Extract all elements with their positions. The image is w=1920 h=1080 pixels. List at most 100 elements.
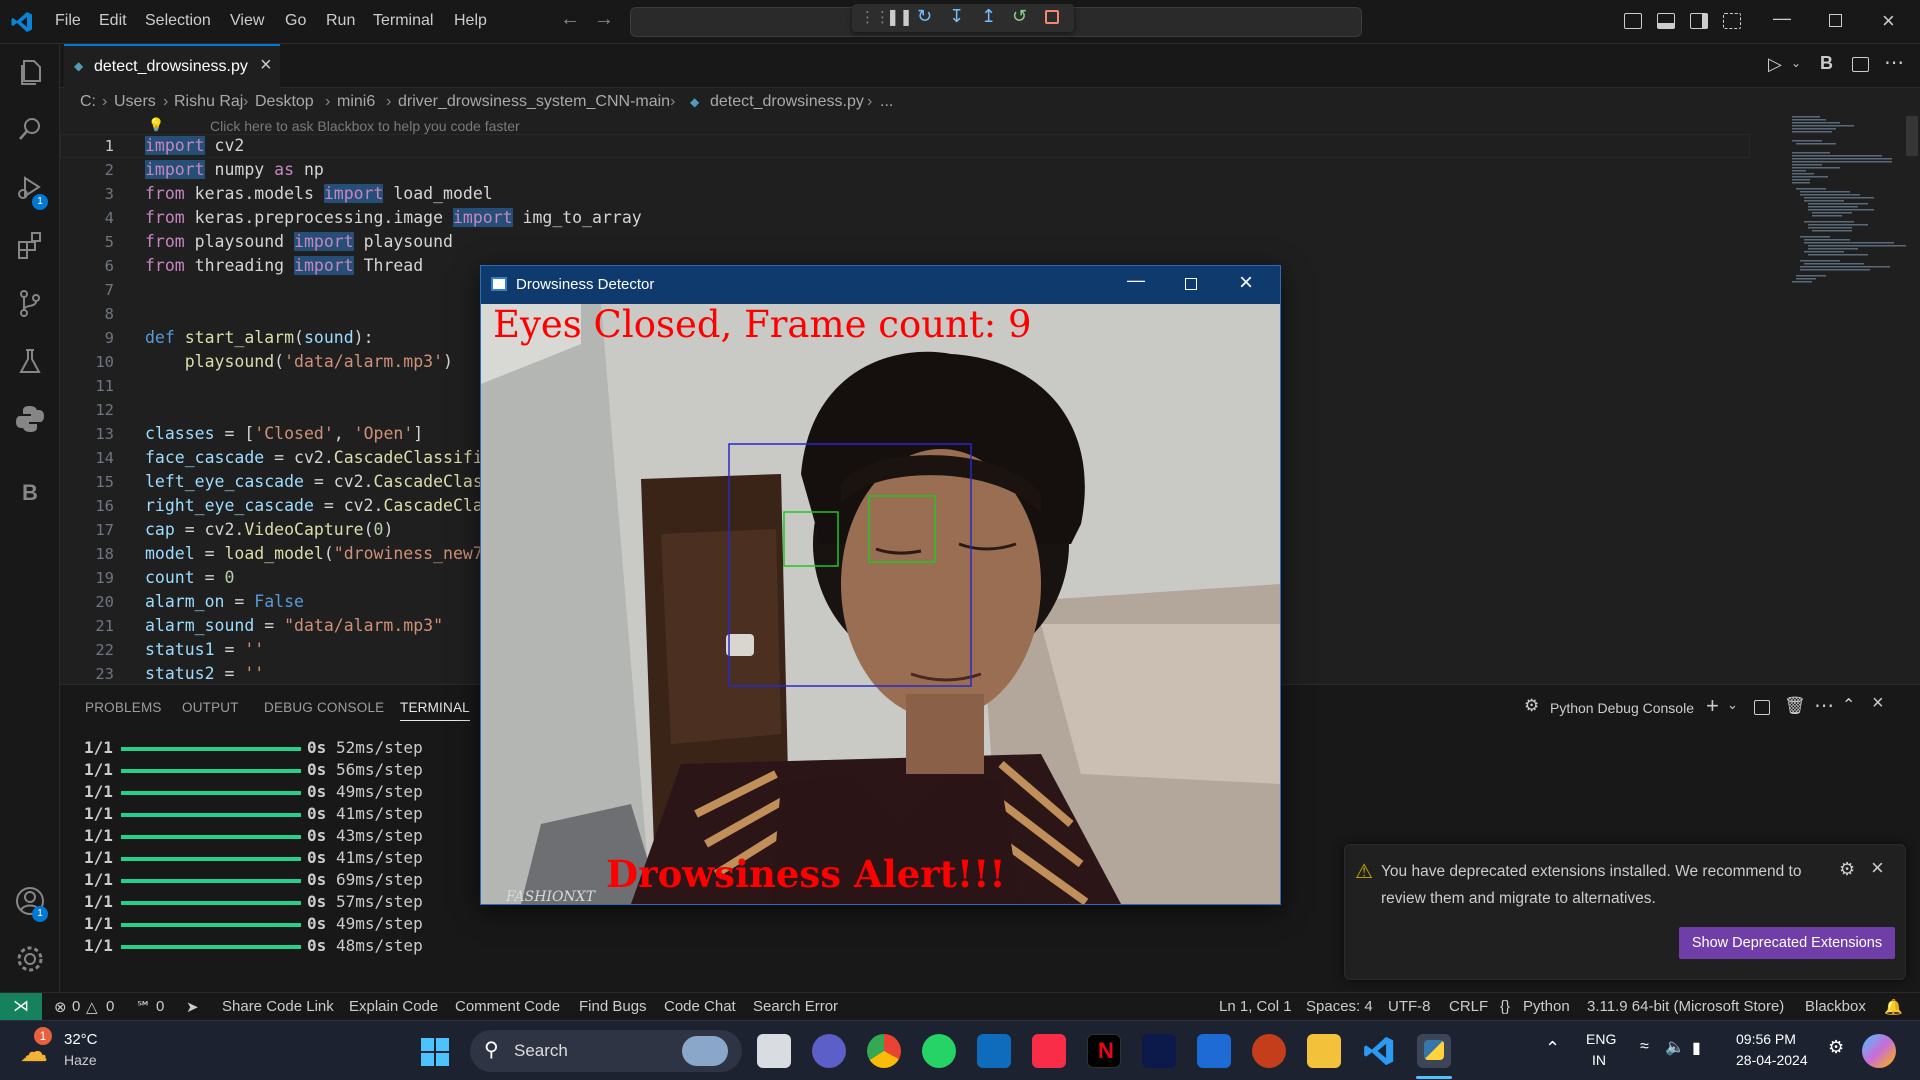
cursor-position[interactable]: Ln 1, Col 1 bbox=[1219, 998, 1292, 1015]
restore-icon[interactable] bbox=[1829, 14, 1842, 27]
new-terminal-icon[interactable]: + bbox=[1706, 693, 1719, 719]
disney-hotstar-icon[interactable] bbox=[1142, 1034, 1176, 1068]
share-code-link[interactable]: Share Code Link bbox=[222, 998, 334, 1015]
search-error[interactable]: Search Error bbox=[753, 998, 838, 1015]
indentation[interactable]: Spaces: 4 bbox=[1306, 998, 1373, 1015]
tab-detect-drowsiness[interactable]: ◆ detect_drowsiness.py × bbox=[64, 44, 280, 88]
menu-run[interactable]: Run bbox=[326, 12, 355, 30]
mail-icon[interactable] bbox=[977, 1034, 1011, 1068]
apple-music-icon[interactable] bbox=[1032, 1034, 1066, 1068]
code-chat[interactable]: Code Chat bbox=[664, 998, 736, 1015]
warning-count[interactable]: 0 bbox=[106, 998, 114, 1015]
close-window-icon[interactable]: × bbox=[1882, 8, 1895, 34]
terminal-name[interactable]: Python Debug Console bbox=[1550, 700, 1694, 716]
copilot-icon[interactable] bbox=[1862, 1034, 1896, 1068]
blackbox-hint[interactable]: Click here to ask Blackbox to help you c… bbox=[210, 118, 520, 134]
trash-icon[interactable]: 🗑 bbox=[1784, 696, 1806, 716]
whatsapp-icon[interactable] bbox=[922, 1034, 956, 1068]
detector-title-bar[interactable]: Drowsiness Detector — × bbox=[481, 266, 1280, 304]
ports-count[interactable]: 0 bbox=[156, 998, 164, 1015]
ports-icon[interactable]: ℠ bbox=[136, 998, 151, 1016]
language-indicator-2[interactable]: IN bbox=[1592, 1052, 1606, 1068]
tab-debug-console[interactable]: DEBUG CONSOLE bbox=[264, 700, 384, 715]
netflix-icon[interactable]: N bbox=[1087, 1034, 1121, 1068]
python-icon[interactable] bbox=[13, 402, 47, 436]
menu-selection[interactable]: Selection bbox=[145, 12, 211, 30]
task-view-icon[interactable] bbox=[757, 1034, 791, 1068]
testing-icon[interactable] bbox=[13, 344, 47, 378]
error-count[interactable]: 0 bbox=[72, 998, 80, 1015]
error-icon[interactable]: ⊗ bbox=[54, 998, 67, 1016]
remote-indicator[interactable]: ⋊ bbox=[0, 993, 42, 1021]
close-tab-icon[interactable]: × bbox=[260, 54, 272, 77]
more-actions-icon[interactable]: ⋯ bbox=[1884, 50, 1904, 75]
weather-desc[interactable]: Haze bbox=[64, 1052, 97, 1068]
chrome-icon[interactable] bbox=[867, 1034, 901, 1068]
close-panel-icon[interactable]: × bbox=[1872, 692, 1884, 715]
tab-output[interactable]: OUTPUT bbox=[182, 700, 239, 715]
prime-video-icon[interactable] bbox=[1197, 1034, 1231, 1068]
restart-icon[interactable]: ↺ bbox=[1012, 6, 1027, 27]
wifi-icon[interactable]: ≈ bbox=[1640, 1038, 1649, 1056]
split-editor-icon[interactable] bbox=[1852, 57, 1869, 72]
toggle-secondary-sidebar-icon[interactable] bbox=[1690, 13, 1708, 29]
breadcrumb-mini6[interactable]: mini6 bbox=[337, 93, 375, 111]
menu-go[interactable]: Go bbox=[285, 12, 306, 30]
breadcrumb-drive[interactable]: C: bbox=[80, 93, 96, 111]
language-mode[interactable]: Python bbox=[1523, 998, 1570, 1015]
python-interpreter[interactable]: 3.11.9 64-bit (Microsoft Store) bbox=[1587, 998, 1784, 1015]
run-dropdown-icon[interactable]: ⌄ bbox=[1791, 56, 1801, 70]
blackbox-action-icon[interactable]: B bbox=[1820, 53, 1833, 74]
file-explorer-icon[interactable] bbox=[1307, 1034, 1341, 1068]
line-endings[interactable]: CRLF bbox=[1449, 998, 1488, 1015]
show-deprecated-extensions-button[interactable]: Show Deprecated Extensions bbox=[1679, 927, 1895, 959]
back-arrow-icon[interactable]: ← bbox=[560, 8, 580, 31]
comment-code[interactable]: Comment Code bbox=[455, 998, 560, 1015]
python-app-icon[interactable] bbox=[1417, 1034, 1451, 1068]
powerpoint-icon[interactable] bbox=[1252, 1034, 1286, 1068]
split-terminal-icon[interactable] bbox=[1754, 700, 1770, 715]
explain-code[interactable]: Explain Code bbox=[349, 998, 438, 1015]
stop-icon[interactable] bbox=[1045, 10, 1059, 24]
forward-arrow-icon[interactable]: → bbox=[594, 8, 614, 31]
clock-date[interactable]: 28-04-2024 bbox=[1736, 1052, 1808, 1068]
menu-view[interactable]: View bbox=[230, 12, 264, 30]
step-into-icon[interactable]: ↧ bbox=[949, 6, 964, 27]
blackbox-icon[interactable]: B bbox=[22, 480, 38, 506]
breadcrumb-project[interactable]: driver_drowsiness_system_CNN-main bbox=[398, 93, 670, 111]
minimize-icon[interactable]: — bbox=[1773, 8, 1791, 29]
volume-icon[interactable]: 🔈 bbox=[1665, 1037, 1685, 1057]
vscode-taskbar-icon[interactable] bbox=[1362, 1034, 1396, 1068]
breadcrumb-file[interactable]: detect_drowsiness.py bbox=[710, 93, 864, 111]
language-indicator-1[interactable]: ENG bbox=[1586, 1031, 1616, 1047]
minimize-icon[interactable]: — bbox=[1127, 270, 1145, 291]
search-icon[interactable] bbox=[13, 112, 47, 146]
extensions-icon[interactable] bbox=[13, 228, 47, 262]
settings-gear-icon[interactable] bbox=[13, 942, 47, 976]
step-over-icon[interactable]: ↻ bbox=[917, 6, 932, 27]
settings-gear-icon[interactable]: ⚙ bbox=[1828, 1037, 1844, 1058]
editor-scrollbar[interactable] bbox=[1906, 116, 1918, 156]
menu-terminal[interactable]: Terminal bbox=[373, 12, 433, 30]
breadcrumb-desktop[interactable]: Desktop bbox=[255, 93, 314, 111]
close-icon[interactable]: × bbox=[1239, 269, 1253, 297]
battery-icon[interactable]: ▮ bbox=[1692, 1038, 1701, 1058]
step-out-icon[interactable]: ↥ bbox=[981, 6, 996, 27]
warning-icon[interactable]: △ bbox=[86, 998, 98, 1016]
terminal-dropdown-icon[interactable]: ⌄ bbox=[1727, 697, 1738, 713]
breadcrumb-users[interactable]: Users bbox=[114, 93, 156, 111]
weather-temp[interactable]: 32°C bbox=[64, 1031, 98, 1048]
run-file-icon[interactable]: ▷ bbox=[1768, 54, 1782, 75]
toggle-panel-icon[interactable] bbox=[1657, 13, 1675, 29]
clock-time[interactable]: 09:56 PM bbox=[1736, 1031, 1796, 1047]
show-hidden-icons[interactable]: ⌃ bbox=[1545, 1038, 1560, 1059]
customize-layout-icon[interactable] bbox=[1723, 13, 1741, 29]
windows-start-icon[interactable] bbox=[420, 1037, 450, 1067]
menu-edit[interactable]: Edit bbox=[99, 12, 127, 30]
tab-problems[interactable]: PROBLEMS bbox=[85, 700, 162, 715]
pause-icon[interactable]: ❚❚ bbox=[886, 7, 913, 27]
breadcrumb-user[interactable]: Rishu Raj bbox=[174, 93, 243, 111]
minimap[interactable] bbox=[1790, 116, 1906, 286]
notification-gear-icon[interactable]: ⚙ bbox=[1839, 859, 1855, 880]
toggle-sidebar-icon[interactable] bbox=[1624, 13, 1642, 29]
